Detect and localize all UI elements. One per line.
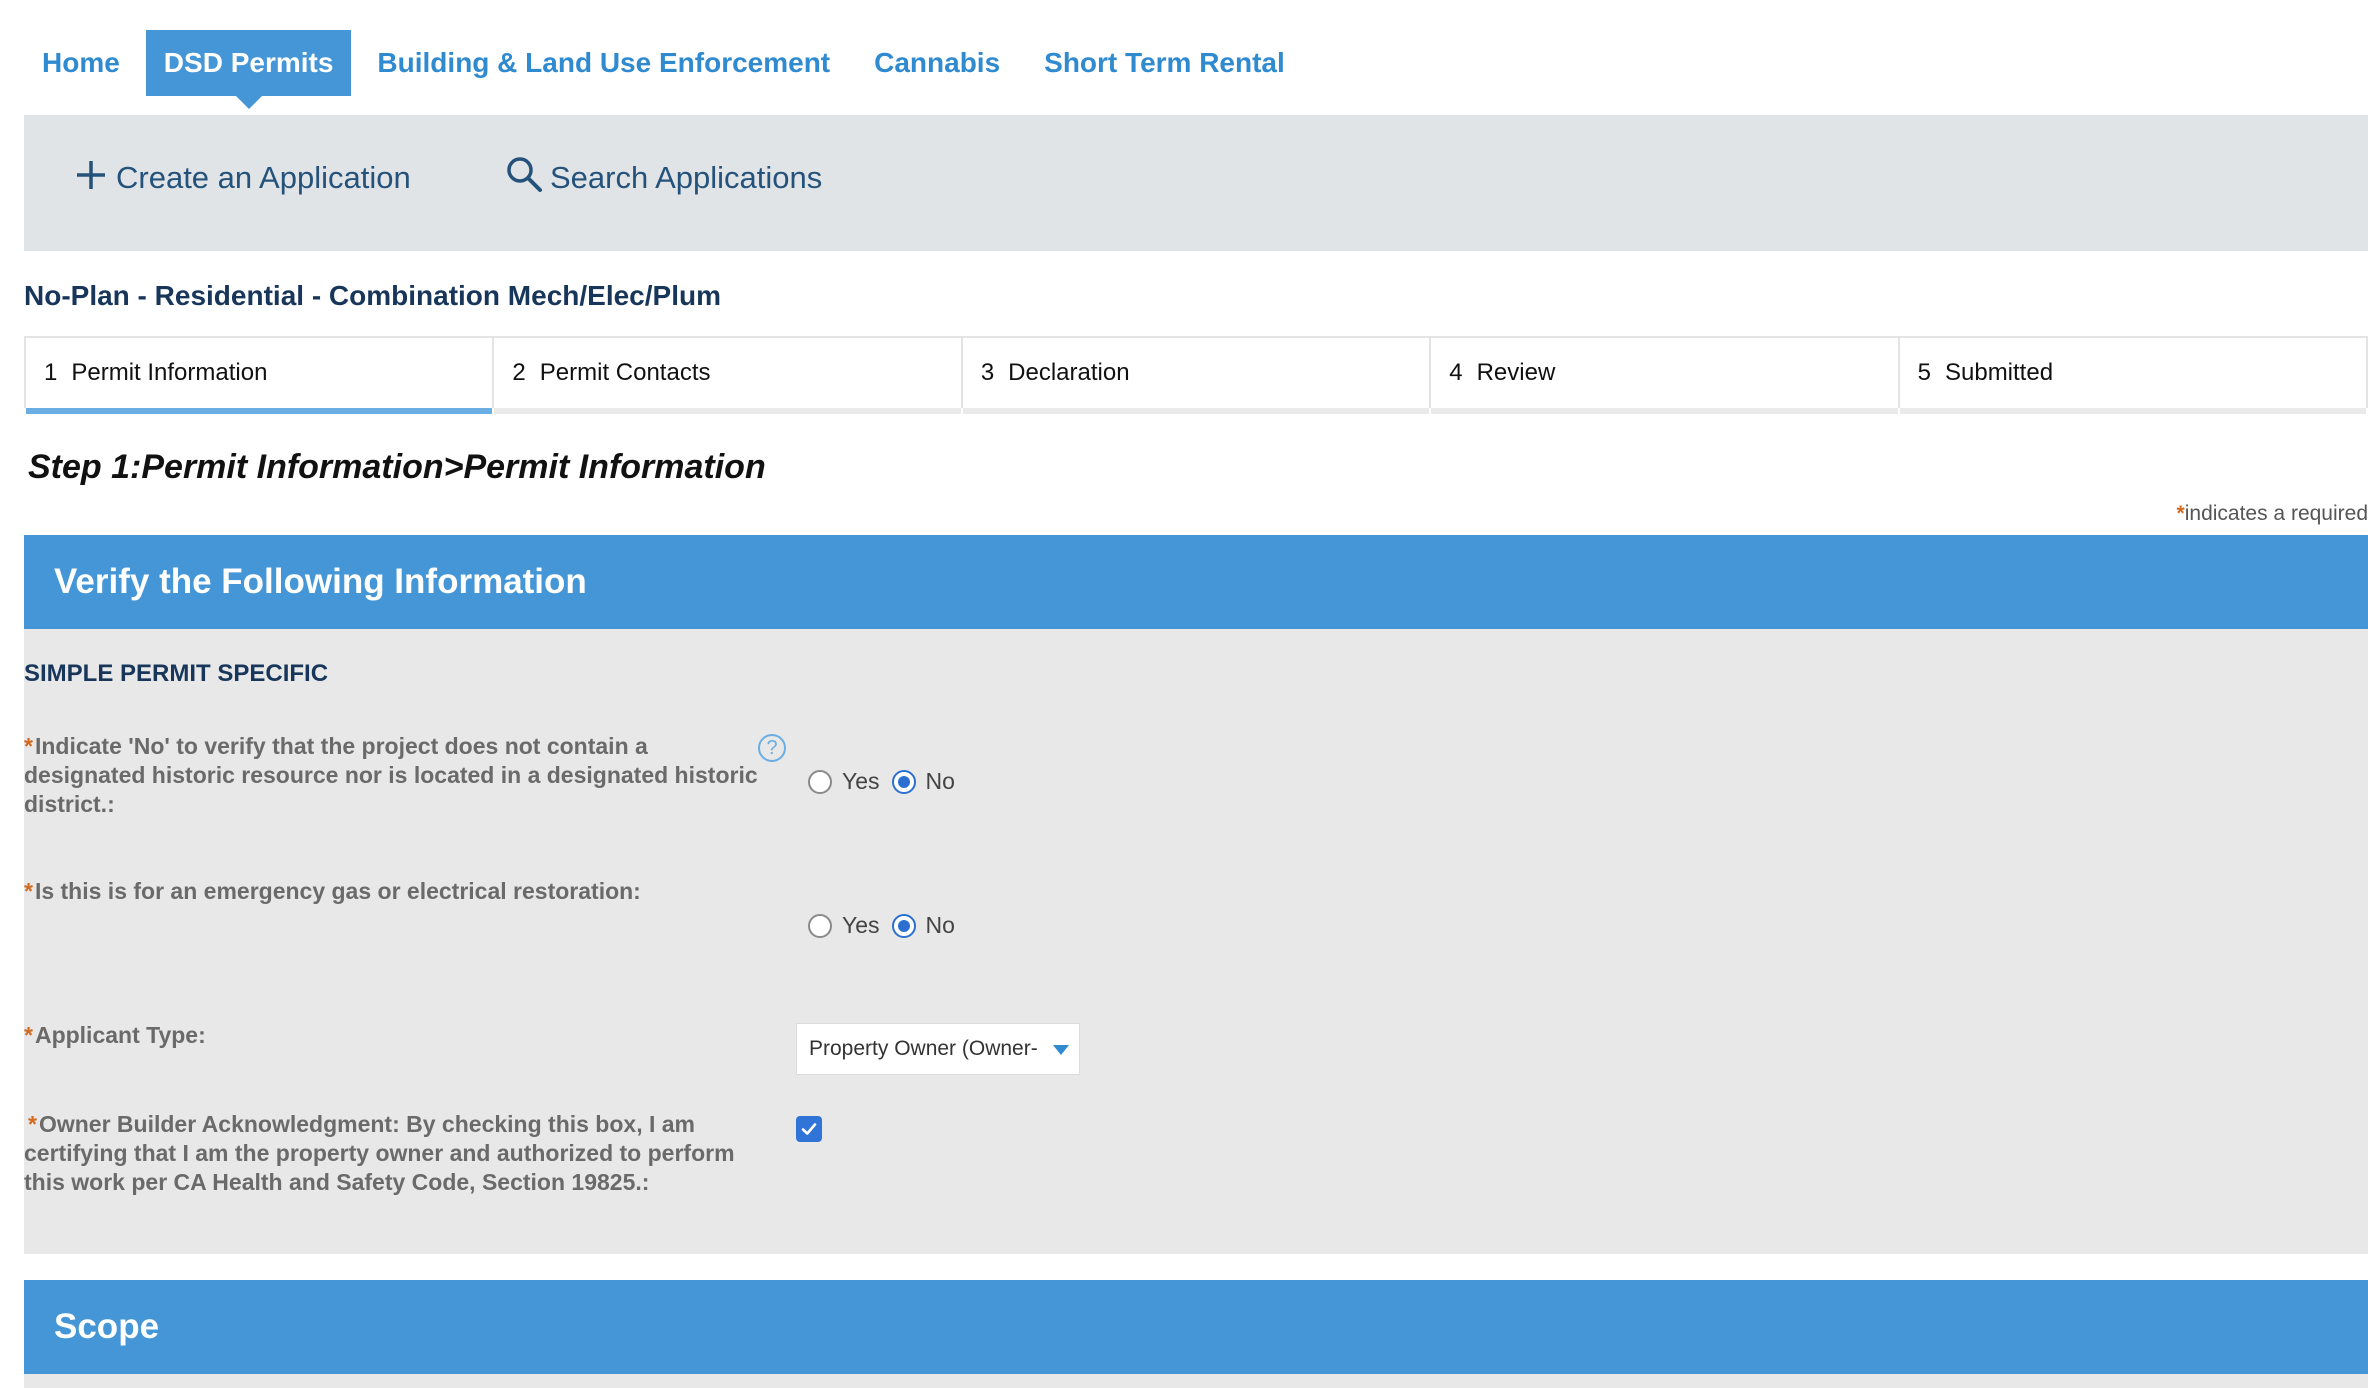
- step-tab-declaration[interactable]: 3 Declaration: [960, 338, 1432, 414]
- emergency-radio-group: Yes No: [808, 912, 967, 939]
- emergency-no-radio[interactable]: [891, 913, 916, 938]
- nav-tab-short-term-rental[interactable]: Short Term Rental: [1026, 30, 1303, 96]
- applicant-type-value: Property Owner (Owner-: [809, 1037, 1038, 1060]
- scope-section-panel: [24, 1374, 2368, 1388]
- historic-yes-radio[interactable]: [808, 769, 832, 794]
- owner-builder-checkbox[interactable]: [796, 1116, 822, 1142]
- nav-tab-home[interactable]: Home: [24, 30, 138, 96]
- applicant-type-text: Applicant Type:: [34, 1022, 206, 1048]
- verify-section-title: Verify the Following Information: [54, 562, 587, 601]
- step-number: 1: [44, 359, 58, 386]
- step-title: Step 1:Permit Information>Permit Informa…: [28, 448, 766, 486]
- emergency-yes-label: Yes: [842, 912, 880, 938]
- nav-tab-cannabis[interactable]: Cannabis: [856, 30, 1018, 96]
- emergency-question-label: *Is this is for an emergency gas or elec…: [24, 877, 764, 906]
- step-tabs: 1 Permit Information 2 Permit Contacts 3…: [24, 336, 2368, 414]
- create-application-link[interactable]: Create an Application: [70, 155, 411, 197]
- step-tab-review[interactable]: 4 Review: [1429, 338, 1900, 414]
- top-nav: Home DSD Permits Building & Land Use Enf…: [24, 30, 1303, 109]
- checkmark-icon: [801, 1123, 817, 1135]
- required-star: *: [24, 733, 33, 759]
- nav-tab-dsd-permits[interactable]: DSD Permits: [145, 30, 352, 109]
- owner-builder-text: Owner Builder Acknowledgment: By checkin…: [24, 1111, 735, 1195]
- scope-section-header: Scope: [24, 1280, 2368, 1374]
- step-label: Permit Contacts: [539, 359, 711, 386]
- step-number: 4: [1449, 359, 1463, 386]
- required-star: *: [24, 878, 33, 904]
- historic-no-radio[interactable]: [891, 769, 916, 794]
- help-icon[interactable]: ?: [758, 734, 786, 762]
- historic-question-label: *Indicate 'No' to verify that the projec…: [24, 732, 764, 819]
- historic-question-text: Indicate 'No' to verify that the project…: [24, 733, 758, 817]
- required-star: *: [28, 1111, 37, 1137]
- step-number: 2: [512, 359, 526, 386]
- create-application-label: Create an Application: [116, 160, 411, 195]
- emergency-question-text: Is this is for an emergency gas or elect…: [34, 878, 641, 904]
- step-label: Submitted: [1944, 359, 2054, 386]
- step-number: 3: [980, 359, 995, 386]
- nav-tab-building-land-use-enforcement[interactable]: Building & Land Use Enforcement: [359, 30, 848, 96]
- applicant-type-select[interactable]: Property Owner (Owner-: [796, 1023, 1080, 1075]
- emergency-yes-radio[interactable]: [808, 913, 832, 938]
- step-label: Review: [1476, 359, 1556, 386]
- chevron-down-icon: [1053, 1045, 1069, 1055]
- step-label: Permit Information: [71, 359, 268, 386]
- owner-builder-label: *Owner Builder Acknowledgment: By checki…: [24, 1110, 764, 1197]
- magnifier-icon: [504, 155, 546, 197]
- search-applications-link[interactable]: Search Applications: [504, 155, 822, 197]
- applicant-type-label: *Applicant Type:: [24, 1021, 764, 1050]
- required-star: *: [2176, 502, 2185, 525]
- plus-icon: [70, 155, 112, 197]
- required-note: *indicates a required: [2177, 502, 2368, 526]
- action-bar: Create an Application Search Application…: [24, 115, 2368, 251]
- search-applications-label: Search Applications: [550, 160, 823, 195]
- historic-no-label: No: [925, 768, 955, 794]
- step-number: 5: [1917, 359, 1931, 386]
- step-label: Declaration: [1008, 359, 1130, 386]
- required-star: *: [24, 1022, 33, 1048]
- step-tab-permit-contacts[interactable]: 2 Permit Contacts: [492, 338, 963, 414]
- required-note-text: indicates a required: [2184, 502, 2368, 525]
- record-type-title: No-Plan - Residential - Combination Mech…: [24, 280, 721, 311]
- step-tab-permit-information[interactable]: 1 Permit Information: [24, 338, 495, 414]
- scope-section-title: Scope: [54, 1307, 160, 1346]
- step-tab-submitted[interactable]: 5 Submitted: [1897, 338, 2368, 414]
- historic-yes-label: Yes: [842, 768, 880, 794]
- emergency-no-label: No: [925, 912, 955, 938]
- verify-section-header: Verify the Following Information: [24, 535, 2368, 629]
- historic-radio-group: Yes No: [808, 768, 967, 795]
- subsection-title: SIMPLE PERMIT SPECIFIC: [24, 660, 329, 687]
